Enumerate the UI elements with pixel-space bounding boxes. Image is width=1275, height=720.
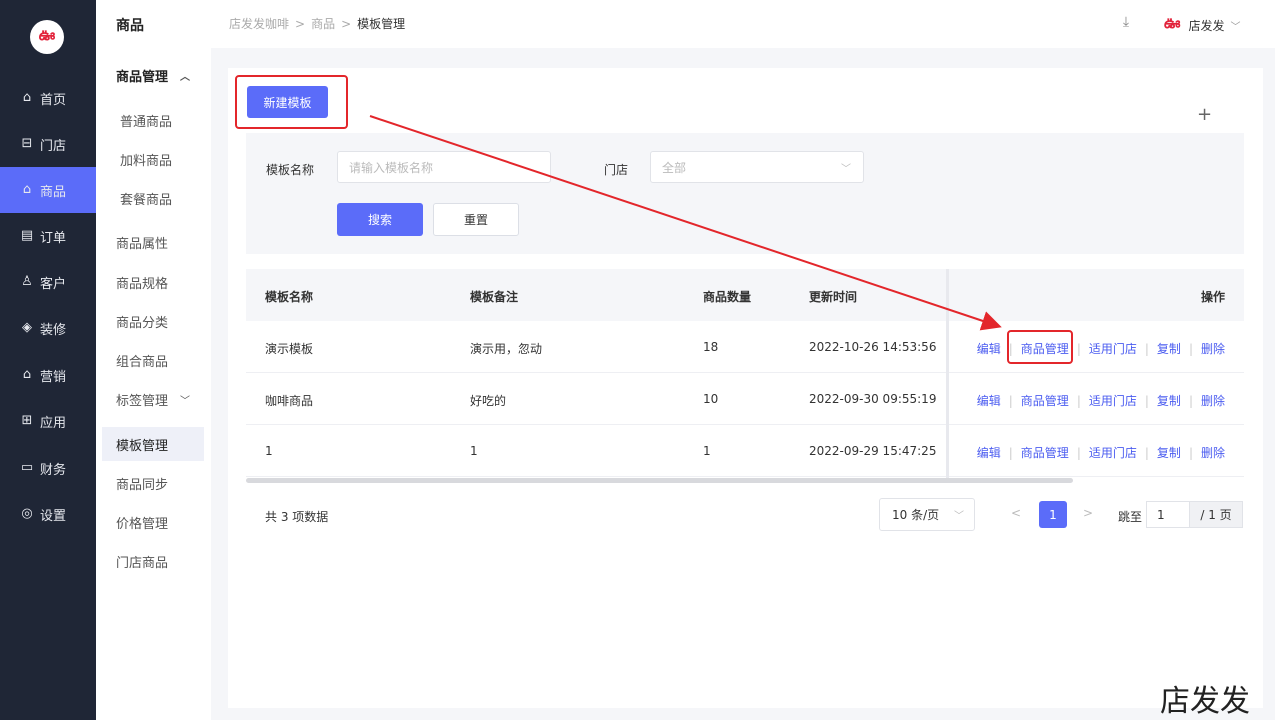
annotation-arrow [369, 115, 1002, 331]
watermark: 店发发 [1160, 684, 1250, 719]
